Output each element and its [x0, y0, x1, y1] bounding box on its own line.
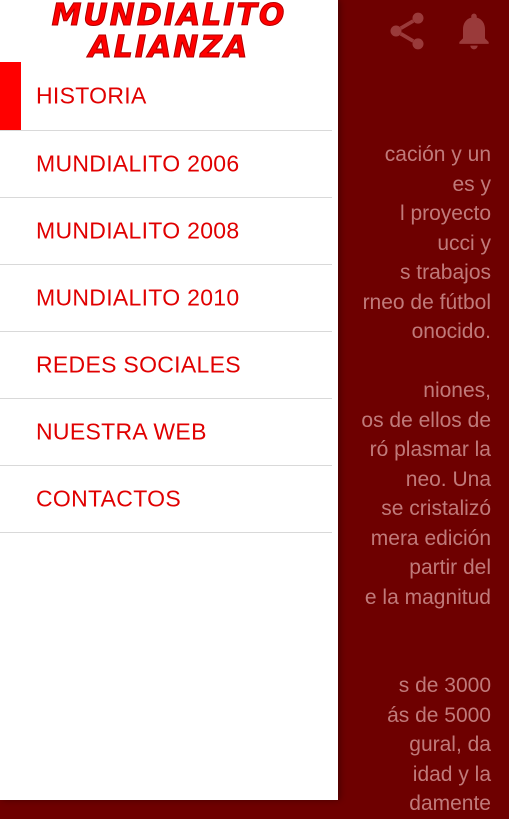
menu-item-nuestra-web[interactable]: NUESTRA WEB: [0, 399, 332, 466]
menu-item-label: HISTORIA: [36, 82, 147, 109]
menu-item-label: NUESTRA WEB: [36, 418, 207, 445]
menu-item-label: CONTACTOS: [36, 485, 181, 512]
menu-item-contactos[interactable]: CONTACTOS: [0, 466, 332, 533]
menu-item-historia[interactable]: HISTORIA: [0, 62, 332, 131]
logo-text-line2: ALIANZA: [88, 30, 250, 66]
drawer-header-logo: MUNDIALITO ALIANZA: [0, 0, 338, 66]
drawer-menu: HISTORIA MUNDIALITO 2006 MUNDIALITO 2008…: [0, 62, 332, 533]
menu-item-mundialito-2006[interactable]: MUNDIALITO 2006: [0, 131, 332, 198]
menu-item-label: MUNDIALITO 2006: [36, 150, 240, 177]
menu-item-redes-sociales[interactable]: REDES SOCIALES: [0, 332, 332, 399]
menu-item-label: REDES SOCIALES: [36, 351, 241, 378]
logo-text-line1: MUNDIALITO: [51, 0, 287, 34]
menu-item-label: MUNDIALITO 2010: [36, 284, 240, 311]
navigation-drawer: MUNDIALITO ALIANZA HISTORIA MUNDIALITO 2…: [0, 0, 338, 800]
menu-item-label: MUNDIALITO 2008: [36, 217, 240, 244]
menu-item-mundialito-2008[interactable]: MUNDIALITO 2008: [0, 198, 332, 265]
menu-item-mundialito-2010[interactable]: MUNDIALITO 2010: [0, 265, 332, 332]
active-indicator: [0, 62, 21, 130]
